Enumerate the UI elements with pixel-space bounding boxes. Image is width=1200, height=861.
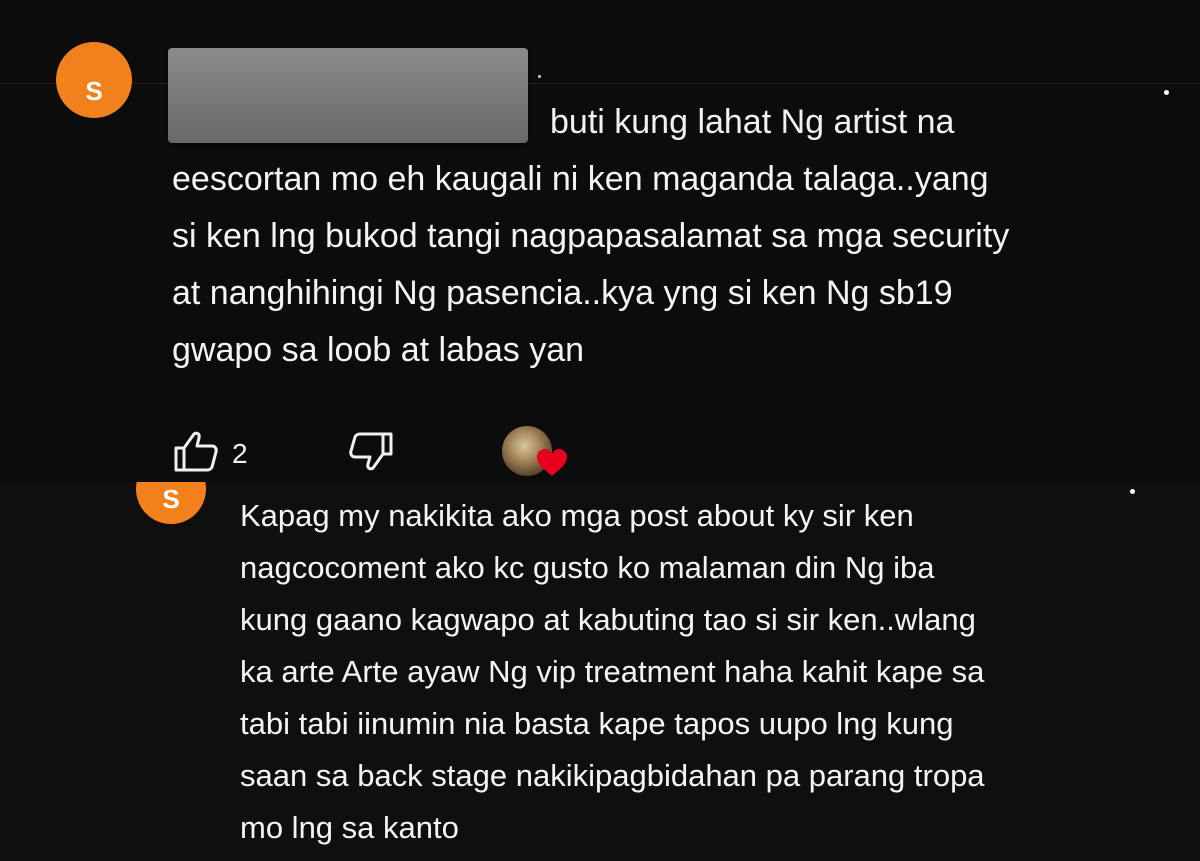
commenter-avatar[interactable]: S xyxy=(56,42,132,118)
thumbs-down-icon[interactable] xyxy=(347,430,395,474)
commenter-avatar[interactable]: S xyxy=(136,482,206,524)
thumbs-up-icon[interactable] xyxy=(172,430,220,474)
comment-text-first-line: buti kung lahat Ng artist na xyxy=(550,103,955,141)
avatar-initial: S xyxy=(85,76,103,106)
redacted-username-block xyxy=(168,48,528,143)
comment-text: Kapag my nakikita ako mga post about ky … xyxy=(240,498,985,845)
like-count: 2 xyxy=(232,438,248,469)
comment-card: S buti kung lahat Ng artist na eescortan… xyxy=(0,0,1200,482)
comment-text: eescortan mo eh kaugali ni ken maganda t… xyxy=(172,160,1010,369)
more-vert-icon[interactable] xyxy=(1130,489,1136,513)
more-vert-icon[interactable] xyxy=(1164,90,1170,114)
username-dot xyxy=(538,75,541,78)
comment-card: S Kapag my nakikita ako mga post about k… xyxy=(0,482,1200,861)
creator-heart-badge[interactable] xyxy=(502,426,572,482)
heart-icon xyxy=(537,449,567,476)
avatar-initial: S xyxy=(162,484,180,514)
